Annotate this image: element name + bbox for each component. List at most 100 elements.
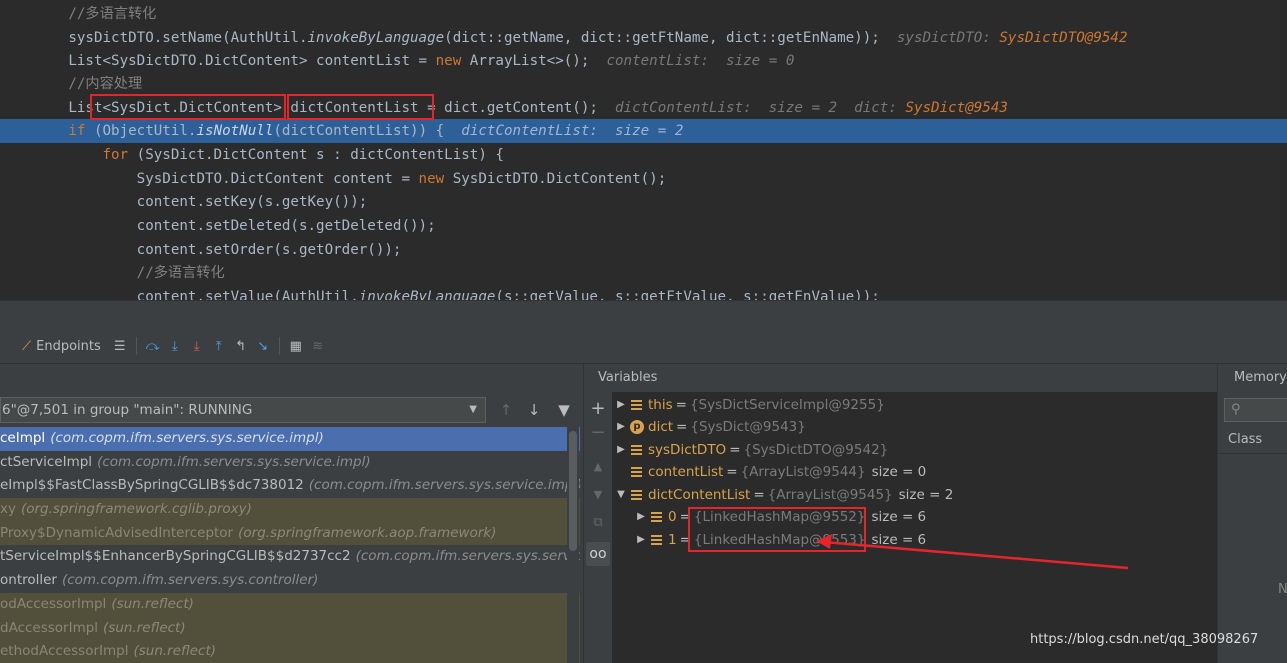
inline-debug-value: SysDict@9543 xyxy=(905,100,1008,116)
variable-value: {LinkedHashMap@9552} xyxy=(693,509,866,525)
add-watch-icon[interactable]: + xyxy=(586,396,610,420)
stack-frame[interactable]: xy (org.springframework.cglib.proxy) xyxy=(0,498,580,522)
show-execution-point-icon[interactable]: ☰ xyxy=(109,335,131,357)
frame-package: (sun.reflect) xyxy=(133,643,217,660)
frame-method: ceImpl xyxy=(0,430,46,446)
code-line[interactable]: //多语言转化 xyxy=(0,261,1287,285)
remove-watch-icon[interactable]: − xyxy=(586,420,610,444)
memory-search-input[interactable]: ⚲ xyxy=(1224,398,1287,422)
equals-sign: = xyxy=(729,442,741,458)
expand-arrow-icon[interactable]: ▶ xyxy=(634,529,648,552)
variables-panel: Variables + − ▲ ▼ ⧉ oo ▶ this = {SysDictSer… xyxy=(583,364,1218,663)
stack-frame[interactable]: tServiceImpl$$EnhancerBySpringCGLIB$$d27… xyxy=(0,545,580,569)
stack-frame[interactable]: dAccessorImpl (sun.reflect) xyxy=(0,616,580,641)
code-line[interactable]: sysDictDTO.setName(AuthUtil.invokeByLang… xyxy=(0,26,1287,50)
variable-size: size = 0 xyxy=(871,464,927,480)
stack-frame[interactable]: eImpl$$FastClassBySpringCGLIB$$dc738012(… xyxy=(0,474,580,498)
code-line[interactable]: //内容处理 xyxy=(0,72,1287,96)
toolbar-separator xyxy=(278,337,280,355)
variable-value: {ArrayList@9544} xyxy=(740,464,866,480)
variables-side-toolbar: + − ▲ ▼ ⧉ oo xyxy=(584,392,612,663)
expand-arrow-icon[interactable]: ▶ xyxy=(634,506,648,529)
endpoints-label: Endpoints xyxy=(36,338,101,354)
debug-toolbar: ⟋ Endpoints ☰ ⤼ ⤓ ⤓ ⤒ ↰ ↘ ▦ ≋ xyxy=(0,329,1287,364)
move-down-icon[interactable]: ▼ xyxy=(586,482,610,506)
variable-row[interactable]: ▶ p dict = {SysDict@9543} xyxy=(614,416,806,439)
panel-divider[interactable] xyxy=(0,300,1287,329)
memory-title[interactable]: Memory xyxy=(1218,364,1287,392)
code-line[interactable]: content.setDeleted(s.getDeleted()); xyxy=(0,214,1287,238)
variable-row[interactable]: ▶ this = {SysDictServiceImpl@9255} xyxy=(614,394,885,417)
variable-row[interactable]: contentList = {ArrayList@9544} size = 0 xyxy=(614,461,926,484)
frames-panel: 6"@7,501 in group "main": RUNNING ▼ ↑ ↓ … xyxy=(0,364,583,663)
code-line[interactable]: SysDictDTO.DictContent content = new Sys… xyxy=(0,167,1287,191)
code-token: ArrayList<>(); xyxy=(461,53,607,69)
step-over-icon[interactable]: ⤼ xyxy=(142,335,164,357)
scrollbar-thumb[interactable] xyxy=(569,431,577,551)
stack-frame[interactable]: odAccessorImpl (sun.reflect) xyxy=(0,592,580,617)
code-line[interactable]: List<SysDictDTO.DictContent> contentList… xyxy=(0,49,1287,73)
dropdown-arrow-icon: ▼ xyxy=(469,404,477,415)
stack-frame[interactable]: ceImpl (com.copm.ifm.servers.sys.service.… xyxy=(0,427,580,451)
frame-method: xy xyxy=(0,501,16,518)
move-up-icon[interactable]: ▲ xyxy=(586,454,610,478)
field-icon xyxy=(630,489,644,501)
copy-icon[interactable]: ⧉ xyxy=(586,510,610,534)
code-line[interactable]: content.setKey(s.getKey()); xyxy=(0,190,1287,214)
code-line[interactable]: //多语言转化 xyxy=(0,2,1287,26)
memory-class-column-header[interactable]: Class xyxy=(1218,426,1287,454)
code-line[interactable]: List<SysDict.DictContent> dictContentLis… xyxy=(0,96,1287,120)
filter-icon[interactable]: ▼ xyxy=(552,397,576,423)
thread-selector-label: 6"@7,501 in group "main": RUNNING xyxy=(2,402,253,418)
code-token: content.setDeleted(s.getDeleted()); xyxy=(0,218,436,234)
code-token: new xyxy=(435,53,462,69)
code-line-current[interactable]: if (ObjectUtil.isNotNull(dictContentList… xyxy=(0,119,1287,143)
frame-list-scrollbar[interactable] xyxy=(567,427,579,663)
code-comment: //多语言转化 xyxy=(0,6,157,22)
stack-frame[interactable]: Proxy$DynamicAdvisedInterceptor (org.spri… xyxy=(0,521,580,546)
expand-arrow-icon[interactable]: ▶ xyxy=(614,394,628,417)
variable-row[interactable]: ▶ sysDictDTO = {SysDictDTO@9542} xyxy=(614,439,888,462)
code-token: isNotNull xyxy=(196,123,274,139)
step-into-icon[interactable]: ⤓ xyxy=(164,335,186,357)
variables-title: Variables xyxy=(584,364,1218,392)
variable-value: {SysDict@9543} xyxy=(690,419,806,435)
variable-row[interactable]: ▶ 1 = {LinkedHashMap@9553} size = 6 xyxy=(634,529,926,552)
next-frame-icon[interactable]: ↓ xyxy=(522,397,546,423)
code-line[interactable]: content.setValue(AuthUtil.invokeByLangua… xyxy=(0,285,1287,300)
show-watches-icon[interactable]: oo xyxy=(586,542,610,566)
code-comment: //内容处理 xyxy=(0,76,143,92)
variable-row[interactable]: ▶ 0 = {LinkedHashMap@9552} size = 6 xyxy=(634,506,926,529)
stack-frame[interactable]: ethodAccessorImpl (sun.reflect) xyxy=(0,640,580,663)
endpoints-button[interactable]: ⟋ Endpoints xyxy=(0,334,105,358)
stack-frame[interactable]: ctServiceImpl (com.copm.ifm.servers.sys.s… xyxy=(0,451,580,475)
drop-frame-icon[interactable]: ↰ xyxy=(230,335,252,357)
code-token: content.setKey(s.getKey()); xyxy=(0,194,368,210)
equals-sign: = xyxy=(679,509,691,525)
code-line[interactable]: content.setOrder(s.getOrder()); xyxy=(0,238,1287,262)
expand-arrow-icon[interactable]: ▶ xyxy=(614,439,628,462)
frame-list: ceImpl (com.copm.ifm.servers.sys.service.… xyxy=(0,427,580,663)
memory-edge-letter: N xyxy=(1278,582,1287,597)
thread-selector[interactable]: 6"@7,501 in group "main": RUNNING ▼ xyxy=(0,397,486,423)
code-token: (ObjectUtil. xyxy=(85,123,197,139)
variable-size: size = 2 xyxy=(898,487,954,503)
run-to-cursor-icon[interactable]: ↘ xyxy=(252,335,274,357)
evaluate-expression-icon[interactable]: ▦ xyxy=(285,335,307,357)
code-token: List<SysDict.DictContent> dictContentLis… xyxy=(0,100,615,116)
expand-arrow-icon[interactable]: ▶ xyxy=(614,416,628,439)
code-comment: //多语言转化 xyxy=(0,265,225,281)
code-token: content.setOrder(s.getOrder()); xyxy=(0,242,402,258)
step-out-icon[interactable]: ⤒ xyxy=(208,335,230,357)
code-editor[interactable]: //多语言转化 sysDictDTO.setName(AuthUtil.invo… xyxy=(0,0,1287,300)
previous-frame-icon[interactable]: ↑ xyxy=(494,397,518,423)
stack-frame[interactable]: ontroller (com.copm.ifm.servers.sys.contr… xyxy=(0,569,580,593)
frame-method: eImpl$$FastClassBySpringCGLIB$$dc738012 xyxy=(0,477,304,494)
force-step-into-icon[interactable]: ⤓ xyxy=(186,335,208,357)
variable-row[interactable]: ▼ dictContentList = {ArrayList@9545} size = … xyxy=(614,484,953,507)
trace-icon[interactable]: ≋ xyxy=(307,335,329,357)
code-line[interactable]: for (SysDict.DictContent s : dictContent… xyxy=(0,143,1287,167)
collapse-arrow-icon[interactable]: ▼ xyxy=(614,484,628,507)
